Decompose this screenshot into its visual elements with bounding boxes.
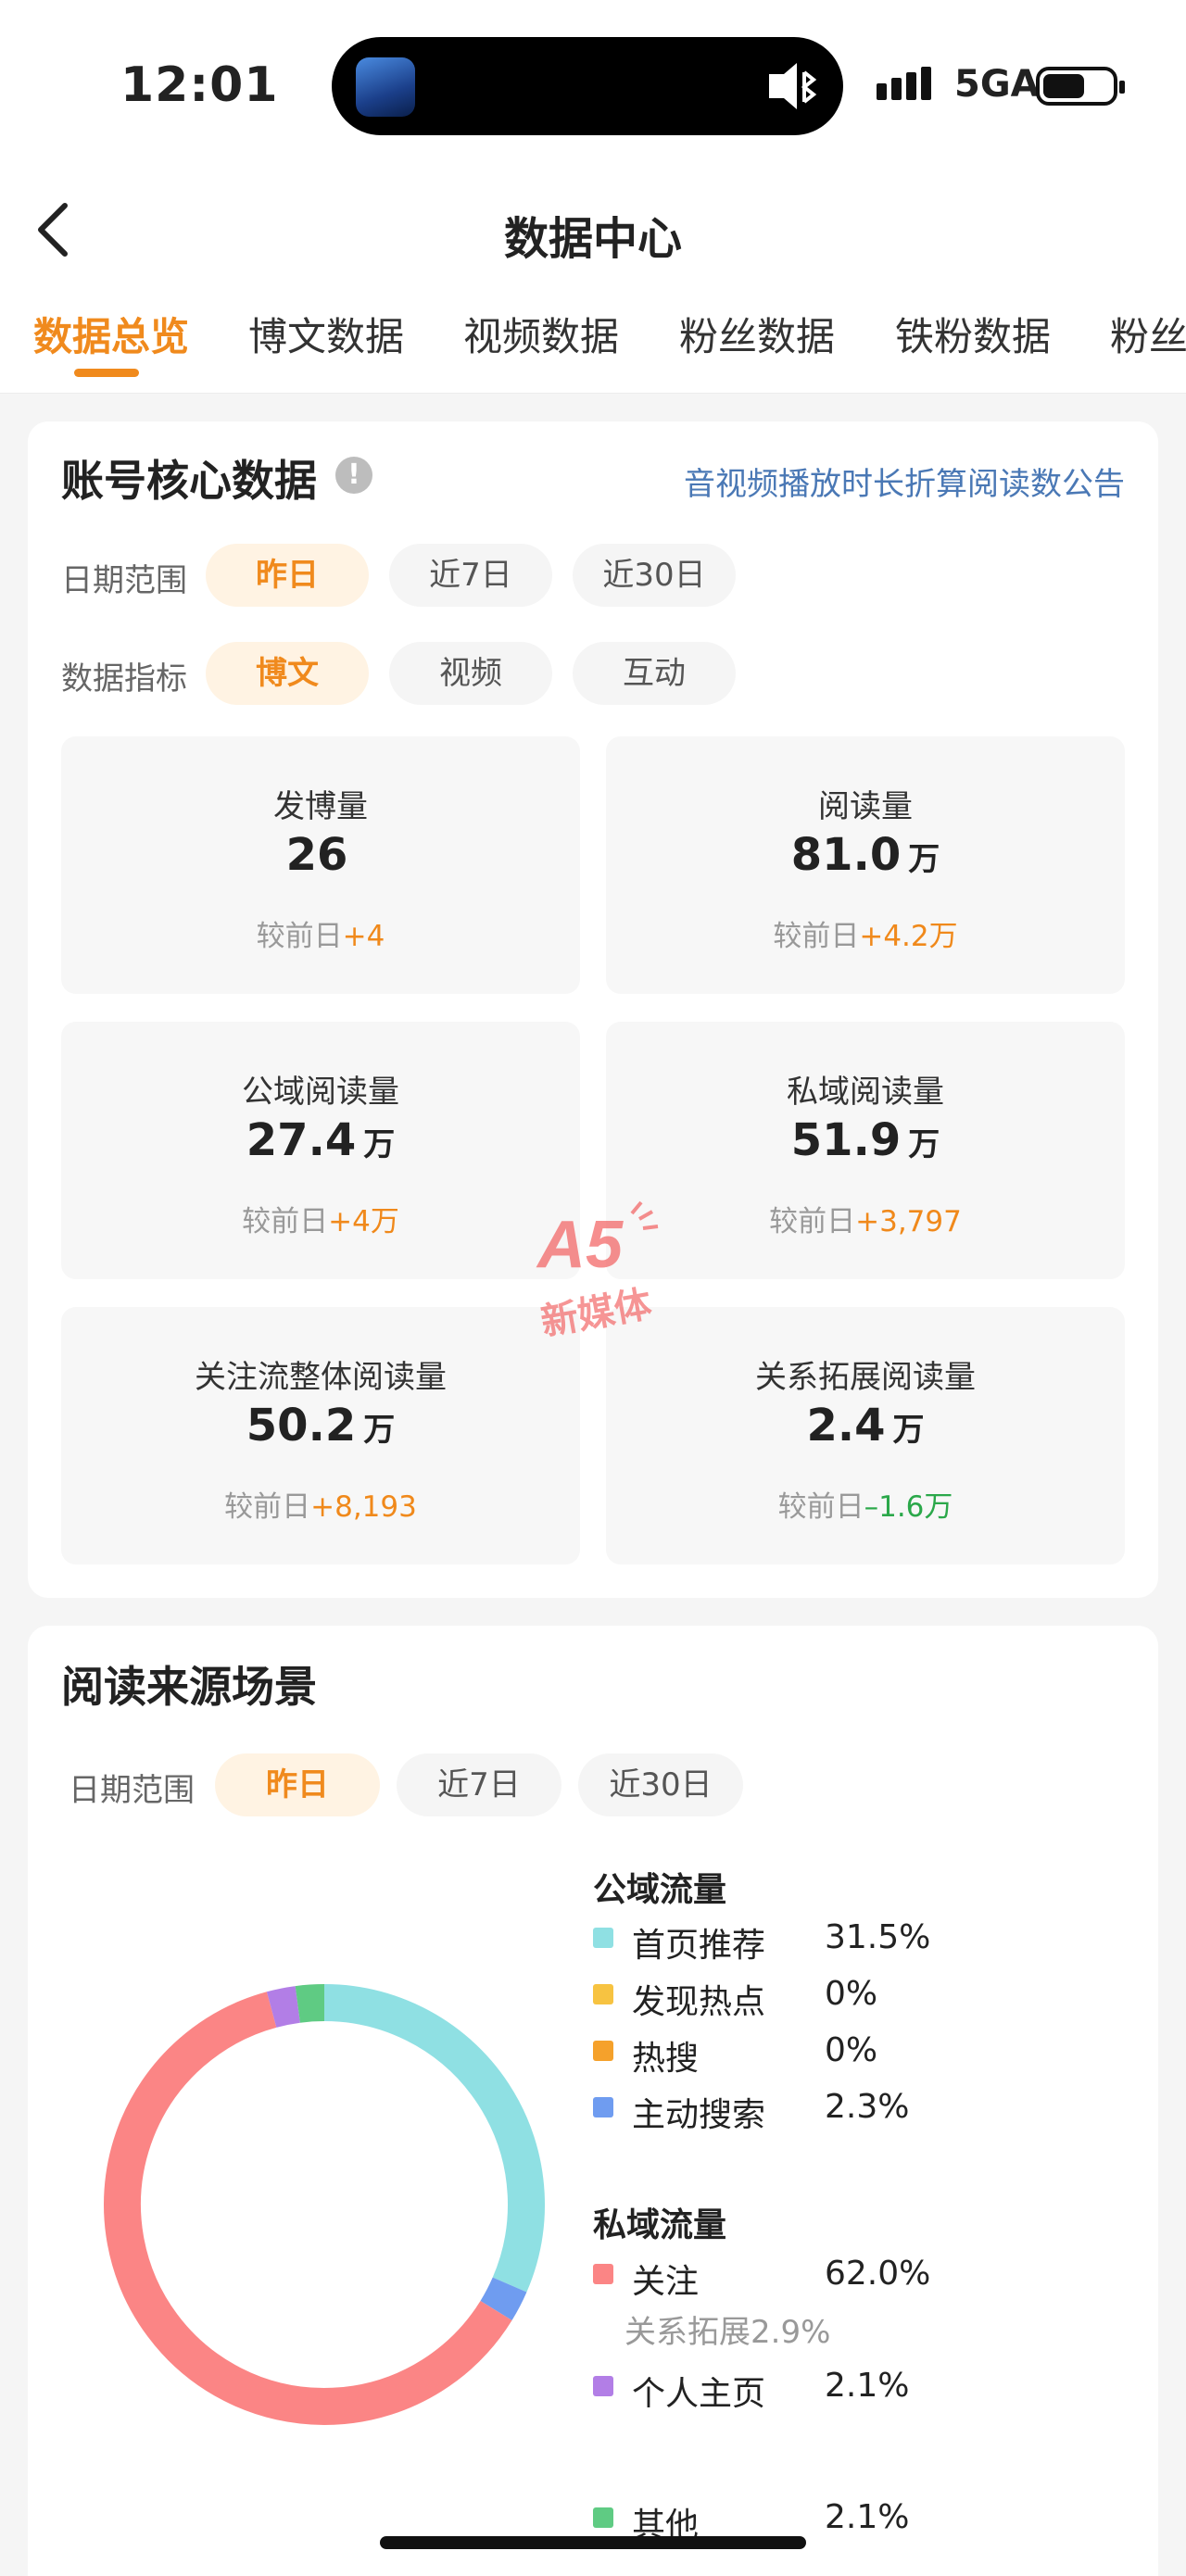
tab-bar: 数据总览 博文数据 视频数据 粉丝数据 铁粉数据 粉丝 bbox=[0, 306, 1186, 394]
private-traffic-heading: 私域流量 bbox=[593, 2206, 727, 2244]
metric-option-video[interactable]: 视频 bbox=[389, 642, 552, 705]
stat-private-read[interactable]: 私域阅读量 51.9 万 较前日+3,797 bbox=[606, 1022, 1125, 1279]
date-option-30d[interactable]: 近30日 bbox=[573, 544, 736, 607]
a5-watermark-logo: A5 新媒体 bbox=[528, 1195, 676, 1352]
bluetooth-icon bbox=[763, 54, 819, 129]
legend-swatch bbox=[593, 2507, 613, 2528]
stat-label: 关注流整体阅读量 bbox=[195, 1359, 447, 1396]
read-source-title: 阅读来源场景 bbox=[61, 1662, 317, 1712]
home-indicator bbox=[380, 2536, 806, 2549]
stat-value: 2.4 万 bbox=[806, 1400, 925, 1451]
stat-delta: 较前日+4万 bbox=[242, 1205, 399, 1238]
tab-fans-data[interactable]: 粉丝数据 bbox=[679, 306, 835, 362]
legend-swatch bbox=[593, 2376, 613, 2396]
stat-delta: 较前日+4 bbox=[256, 920, 385, 953]
public-traffic-heading: 公域流量 bbox=[593, 1871, 727, 1909]
donut-slice-5 bbox=[266, 1986, 301, 2028]
source-date-yesterday[interactable]: 昨日 bbox=[215, 1753, 380, 1816]
svg-text:A5: A5 bbox=[536, 1208, 624, 1282]
stat-label: 发博量 bbox=[273, 788, 368, 825]
stat-value: 26 bbox=[285, 829, 348, 881]
stat-delta: 较前日+4.2万 bbox=[773, 920, 958, 953]
stat-post-count[interactable]: 发博量 26 较前日+4 bbox=[61, 736, 580, 994]
read-source-donut-chart bbox=[104, 1984, 545, 2425]
status-bar: 12:01 5GA bbox=[0, 0, 1186, 157]
stat-value: 51.9 万 bbox=[790, 1114, 940, 1166]
donut-slice-4 bbox=[104, 1992, 512, 2425]
metric-option-post[interactable]: 博文 bbox=[206, 642, 369, 705]
cellular-signal-icon bbox=[877, 67, 931, 100]
tab-fans-more[interactable]: 粉丝 bbox=[1110, 306, 1186, 362]
source-date-range-label: 日期范围 bbox=[69, 1772, 195, 1809]
core-data-card: 账号核心数据 ! 音视频播放时长折算阅读数公告 日期范围 昨日 近7日 近30日… bbox=[28, 421, 1158, 1598]
core-data-title: 账号核心数据 bbox=[61, 456, 317, 506]
legend-swatch bbox=[593, 1928, 613, 1948]
now-playing-app-icon bbox=[356, 57, 415, 117]
stat-follow-feed-read[interactable]: 关注流整体阅读量 50.2 万 较前日+8,193 bbox=[61, 1307, 580, 1564]
relation-expand-subitem: 关系拓展2.9% bbox=[625, 2314, 831, 2351]
network-type: 5GA bbox=[954, 63, 1040, 106]
stat-delta: 较前日+8,193 bbox=[224, 1490, 417, 1524]
battery-icon bbox=[1036, 67, 1125, 106]
date-range-label: 日期范围 bbox=[61, 562, 187, 599]
date-option-yesterday[interactable]: 昨日 bbox=[206, 544, 369, 607]
stat-value: 27.4 万 bbox=[246, 1114, 396, 1166]
dynamic-island bbox=[332, 37, 843, 135]
tab-post-data[interactable]: 博文数据 bbox=[248, 306, 404, 362]
status-time: 12:01 bbox=[120, 57, 279, 113]
stat-relation-expand-read[interactable]: 关系拓展阅读量 2.4 万 较前日–1.6万 bbox=[606, 1307, 1125, 1564]
nav-header: 数据中心 数据总览 博文数据 视频数据 粉丝数据 铁粉数据 粉丝 bbox=[0, 157, 1186, 394]
stat-read-count[interactable]: 阅读量 81.0 万 较前日+4.2万 bbox=[606, 736, 1125, 994]
active-tab-indicator bbox=[74, 369, 139, 377]
tab-video-data[interactable]: 视频数据 bbox=[463, 306, 619, 362]
tab-overview[interactable]: 数据总览 bbox=[33, 306, 189, 362]
page-title: 数据中心 bbox=[503, 213, 682, 265]
stat-delta: 较前日–1.6万 bbox=[777, 1490, 953, 1524]
source-date-7d[interactable]: 近7日 bbox=[397, 1753, 561, 1816]
donut-slice-0 bbox=[323, 1984, 545, 2293]
source-date-30d[interactable]: 近30日 bbox=[578, 1753, 743, 1816]
donut-slice-6 bbox=[295, 1984, 325, 2023]
donut-slice-3 bbox=[480, 2277, 527, 2320]
info-icon[interactable]: ! bbox=[335, 457, 372, 494]
stat-label: 关系拓展阅读量 bbox=[755, 1359, 976, 1396]
svg-text:新媒体: 新媒体 bbox=[537, 1283, 654, 1344]
stat-delta: 较前日+3,797 bbox=[769, 1205, 962, 1238]
stat-label: 私域阅读量 bbox=[787, 1074, 944, 1111]
metric-label: 数据指标 bbox=[61, 660, 187, 697]
stat-label: 公域阅读量 bbox=[242, 1074, 399, 1111]
legend-swatch bbox=[593, 2097, 613, 2117]
metric-option-interaction[interactable]: 互动 bbox=[573, 642, 736, 705]
legend-swatch bbox=[593, 1984, 613, 2004]
legend-swatch bbox=[593, 2264, 613, 2284]
notice-link[interactable]: 音视频播放时长折算阅读数公告 bbox=[684, 459, 1125, 504]
stat-public-read[interactable]: 公域阅读量 27.4 万 较前日+4万 bbox=[61, 1022, 580, 1279]
tab-iron-fans-data[interactable]: 铁粉数据 bbox=[895, 306, 1051, 362]
stat-value: 81.0 万 bbox=[790, 829, 940, 881]
stat-value: 50.2 万 bbox=[246, 1400, 396, 1451]
stat-label: 阅读量 bbox=[818, 788, 913, 825]
legend-swatch bbox=[593, 2041, 613, 2061]
date-option-7d[interactable]: 近7日 bbox=[389, 544, 552, 607]
